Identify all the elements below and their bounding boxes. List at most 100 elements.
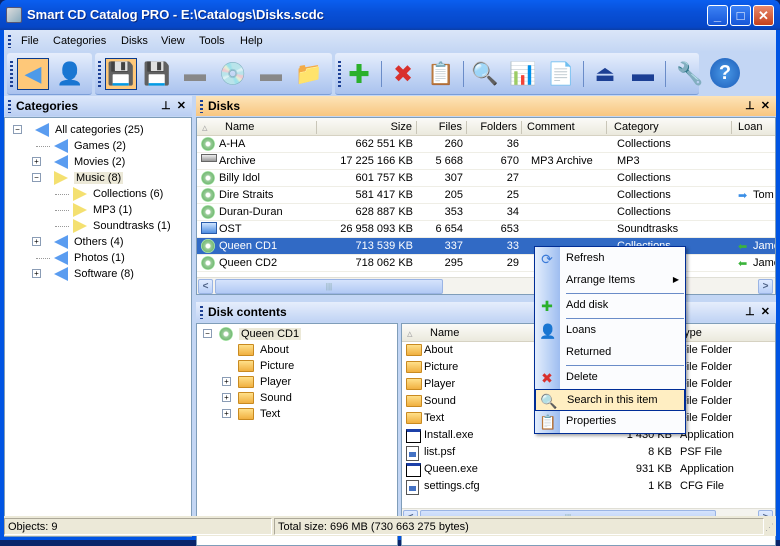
collapse-icon[interactable]: −	[13, 125, 22, 134]
disk-view-icon[interactable]: 💾	[105, 58, 137, 90]
category-item[interactable]: Movies (2)	[54, 154, 125, 170]
column-folders[interactable]: Folders	[467, 121, 522, 134]
context-menu-item[interactable]: 🔍 Search in this item	[535, 389, 685, 411]
category-item[interactable]: Photos (1)	[54, 250, 125, 266]
categories-icon[interactable]: ◀	[17, 58, 49, 90]
pin-icon[interactable]: ⊥	[745, 306, 755, 318]
menu-categories[interactable]: Categories	[53, 35, 106, 47]
panel-grip[interactable]	[8, 100, 11, 113]
column-type[interactable]: Type	[678, 327, 775, 340]
close-drive-icon[interactable]: ▬	[627, 58, 659, 90]
menu-file[interactable]: File	[21, 35, 39, 47]
menubar-grip[interactable]	[8, 35, 11, 48]
minimize-button[interactable]: _	[707, 5, 728, 26]
panel-close-icon[interactable]: ✕	[761, 306, 770, 318]
toolbar-grip[interactable]	[10, 61, 13, 87]
category-item[interactable]: Games (2)	[54, 138, 126, 154]
panel-grip[interactable]	[200, 306, 203, 319]
folder-tree-item[interactable]: Queen CD1	[219, 326, 302, 342]
menu-help[interactable]: Help	[240, 35, 263, 47]
folder-tree-item[interactable]: Text	[238, 406, 280, 422]
maximize-button[interactable]: □	[730, 5, 751, 26]
floppy-icon[interactable]: 💾	[141, 58, 173, 90]
scroll-right-button[interactable]: >	[758, 279, 773, 294]
statistics-icon[interactable]: 📊	[507, 58, 539, 90]
context-menu-item[interactable]: Returned	[535, 342, 685, 364]
disk-row[interactable]: OST 26 958 093 KB 6 654 653 Soundtrasks	[197, 221, 775, 238]
column-loan[interactable]: Loan	[738, 121, 775, 134]
category-item[interactable]: All categories (25)	[35, 122, 144, 138]
column-files[interactable]: Files	[417, 121, 467, 134]
category-item[interactable]: Others (4)	[54, 234, 124, 250]
category-item[interactable]: Soundtrasks (1)	[73, 218, 171, 234]
menu-disks[interactable]: Disks	[121, 35, 148, 47]
disk-row[interactable]: Billy Idol 601 757 KB 307 27 Collections	[197, 170, 775, 187]
disk-row[interactable]: Queen CD2 718 062 KB 295 29 James ⬅	[197, 255, 775, 272]
settings-icon[interactable]: 🔧	[674, 58, 706, 90]
toolbar-grip[interactable]	[98, 61, 101, 87]
expand-icon[interactable]: +	[32, 157, 41, 166]
disk-row[interactable]: A-HA 662 551 KB 260 36 Collections	[197, 136, 775, 153]
report-icon[interactable]: 📄	[545, 58, 577, 90]
toolbar-grip[interactable]	[338, 61, 341, 87]
context-menu-item[interactable]: 👤 Loans	[535, 320, 685, 342]
category-item[interactable]: Software (8)	[54, 266, 134, 282]
context-menu-item[interactable]: 📋 Properties	[535, 411, 685, 433]
help-icon[interactable]: ?	[710, 58, 740, 88]
resize-grip[interactable]: ⋰	[765, 522, 774, 533]
panel-grip[interactable]	[200, 100, 203, 113]
file-row[interactable]: settings.cfg 1 KB CFG File	[402, 478, 775, 495]
hdd-icon[interactable]: ▬	[179, 58, 211, 90]
column-category[interactable]: Category	[614, 121, 732, 134]
category-item[interactable]: MP3 (1)	[73, 202, 132, 218]
context-menu-item[interactable]: ✖ Delete	[535, 367, 685, 389]
title-bar[interactable]: Smart CD Catalog PRO - E:\Catalogs\Disks…	[0, 0, 780, 30]
context-menu-item[interactable]: ✚ Add disk	[535, 295, 685, 317]
expand-icon[interactable]: +	[222, 393, 231, 402]
column-size[interactable]: Size	[317, 121, 417, 134]
expand-icon[interactable]: +	[32, 269, 41, 278]
close-button[interactable]: ✕	[753, 5, 774, 26]
scroll-thumb[interactable]: |||	[215, 279, 443, 294]
folder-tree-item[interactable]: About	[238, 342, 289, 358]
properties-icon[interactable]: 📋	[425, 58, 457, 90]
open-drive-icon[interactable]: ⏏	[589, 58, 621, 90]
menu-tools[interactable]: Tools	[199, 35, 225, 47]
loans-icon[interactable]: 👤	[54, 58, 86, 90]
removable-drive-icon[interactable]: ▬	[255, 58, 287, 90]
panel-close-icon[interactable]: ✕	[761, 100, 770, 112]
column-comment[interactable]: Comment	[527, 121, 607, 134]
disks-hscrollbar[interactable]: < ||| >	[197, 277, 775, 294]
expand-icon[interactable]: +	[222, 377, 231, 386]
category-item[interactable]: Music (8)	[54, 170, 124, 186]
pin-icon[interactable]: ⊥	[161, 100, 171, 112]
column-name[interactable]: Name	[225, 121, 317, 134]
pin-icon[interactable]: ⊥	[745, 100, 755, 112]
expand-icon[interactable]: +	[32, 237, 41, 246]
folder-tree-item[interactable]: Picture	[238, 358, 294, 374]
folder-tree-item[interactable]: Player	[238, 374, 291, 390]
panel-close-icon[interactable]: ✕	[177, 100, 186, 112]
category-item[interactable]: Collections (6)	[73, 186, 163, 202]
search-icon[interactable]: 🔍	[469, 58, 501, 90]
file-row[interactable]: Queen.exe 931 KB Application	[402, 461, 775, 478]
add-disk-icon[interactable]: ✚	[343, 58, 375, 90]
cd-icon[interactable]: 💿	[217, 58, 249, 90]
folder-icon[interactable]: 📁	[293, 58, 325, 90]
disk-contents-tree: − Queen CD1 About Picture + Player + Sound + Text	[196, 323, 398, 546]
file-row[interactable]: list.psf 8 KB PSF File	[402, 444, 775, 461]
disk-row[interactable]: Queen CD1713 539 KB33733CollectionsJames…	[197, 238, 775, 255]
disk-row[interactable]: Archive 17 225 166 KB 5 668 670 MP3 Archive M…	[197, 153, 775, 170]
disk-name: Dire Straits	[219, 189, 274, 201]
menu-view[interactable]: View	[161, 35, 185, 47]
disk-row[interactable]: Dire Straits 581 417 KB 205 25 Collections To…	[197, 187, 775, 204]
delete-icon[interactable]: ✖	[387, 58, 419, 90]
expand-icon[interactable]: +	[222, 409, 231, 418]
collapse-icon[interactable]: −	[32, 173, 41, 182]
scroll-left-button[interactable]: <	[198, 279, 213, 294]
disk-row[interactable]: Duran-Duran 628 887 KB 353 34 Collections	[197, 204, 775, 221]
context-menu-item[interactable]: Arrange Items ▶	[535, 270, 685, 292]
folder-tree-item[interactable]: Sound	[238, 390, 292, 406]
collapse-icon[interactable]: −	[203, 329, 212, 338]
context-menu-item[interactable]: ⟳ Refresh	[535, 248, 685, 270]
